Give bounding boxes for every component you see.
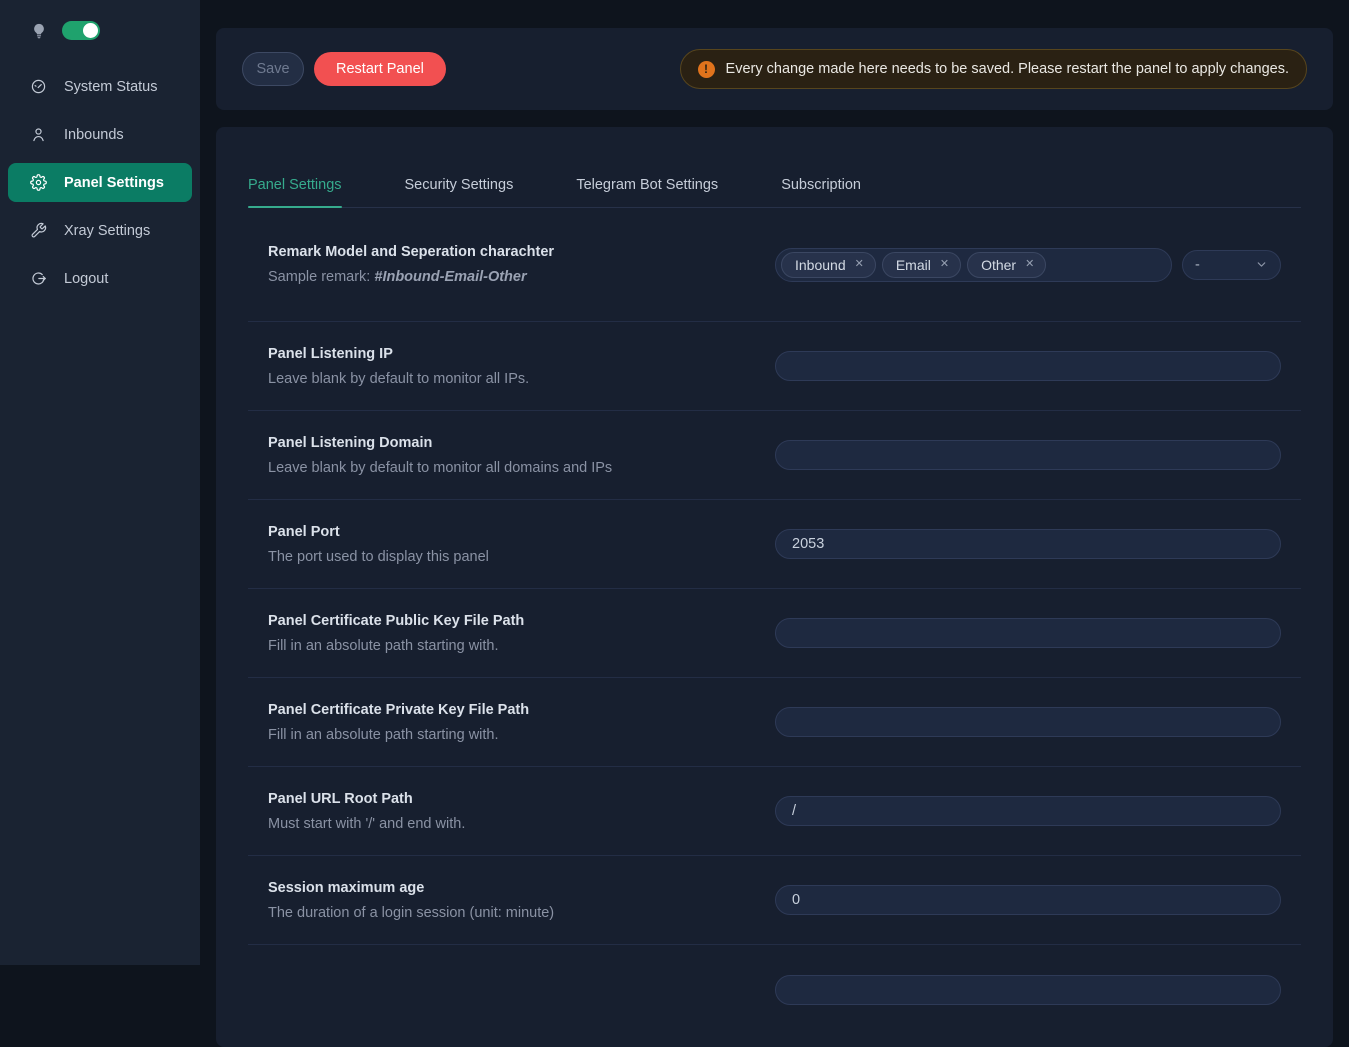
row-control	[775, 885, 1281, 915]
sidebar-item-label: Inbounds	[64, 127, 124, 143]
panel-listening-ip-input[interactable]	[775, 351, 1281, 381]
tag-inbound: Inbound ✕	[781, 252, 876, 278]
row-text: Panel URL Root Path Must start with '/' a…	[268, 791, 465, 832]
sidebar-nav: System Status Inbounds Panel Settings Xray …	[0, 67, 200, 298]
row-description: Leave blank by default to monitor all IP…	[268, 371, 529, 387]
settings-form: Remark Model and Seperation charachter Sa…	[248, 208, 1301, 1034]
sidebar-item-label: Logout	[64, 271, 108, 287]
row-description: Fill in an absolute path starting with.	[268, 638, 524, 654]
wrench-icon	[30, 222, 47, 239]
restart-panel-button[interactable]: Restart Panel	[314, 52, 446, 86]
row-text: Panel Listening Domain Leave blank by def…	[268, 435, 612, 476]
row-description: The port used to display this panel	[268, 549, 489, 565]
tag-close-icon[interactable]: ✕	[1025, 259, 1034, 270]
tag-other: Other ✕	[967, 252, 1046, 278]
row-control	[775, 351, 1281, 381]
tag-close-icon[interactable]: ✕	[940, 259, 949, 270]
separator-select-value: -	[1195, 257, 1200, 273]
tag-close-icon[interactable]: ✕	[855, 259, 864, 270]
panel-listening-domain-input[interactable]	[775, 440, 1281, 470]
tab-subscription[interactable]: Subscription	[781, 177, 861, 207]
sidebar-item-label: Panel Settings	[64, 175, 164, 191]
gauge-icon	[30, 78, 47, 95]
sidebar-item-xray-settings[interactable]: Xray Settings	[8, 211, 192, 250]
user-icon	[30, 126, 47, 143]
row-control: Inbound ✕ Email ✕ Other ✕ -	[775, 248, 1281, 282]
row-text: Panel Certificate Public Key File Path Fi…	[268, 613, 524, 654]
session-maximum-age-input[interactable]	[775, 885, 1281, 915]
remark-tags-input[interactable]: Inbound ✕ Email ✕ Other ✕	[775, 248, 1172, 282]
settings-row-remark-model-and-seperation-charachter: Remark Model and Seperation charachter Sa…	[248, 208, 1301, 322]
chevron-down-icon	[1255, 258, 1268, 271]
settings-row-row	[248, 945, 1301, 1034]
settings-row-panel-port: Panel Port The port used to display this …	[248, 500, 1301, 589]
row-text: Panel Port The port used to display this …	[268, 524, 489, 565]
row-control	[775, 975, 1281, 1005]
panel-certificate-private-key-file-path-input[interactable]	[775, 707, 1281, 737]
save-button[interactable]: Save	[242, 52, 304, 86]
toolbar-buttons: Save Restart Panel	[242, 52, 446, 86]
warning-text: Every change made here needs to be saved…	[726, 61, 1289, 77]
row-description: Must start with '/' and end with.	[268, 816, 465, 832]
row-control	[775, 618, 1281, 648]
row-label: Panel Certificate Private Key File Path	[268, 702, 529, 718]
settings-row-panel-certificate-public-key-file-path: Panel Certificate Public Key File Path Fi…	[248, 589, 1301, 678]
row-label: Panel Listening Domain	[268, 435, 612, 451]
row-control	[775, 796, 1281, 826]
toolbar-card: Save Restart Panel ! Every change made h…	[216, 28, 1333, 110]
sidebar: System Status Inbounds Panel Settings Xray …	[0, 0, 200, 965]
sidebar-item-panel-settings[interactable]: Panel Settings	[8, 163, 192, 202]
row-description: Leave blank by default to monitor all do…	[268, 460, 612, 476]
separator-select[interactable]: -	[1182, 250, 1281, 280]
tab-security-settings[interactable]: Security Settings	[405, 177, 514, 207]
settings-row-panel-listening-ip: Panel Listening IP Leave blank by default…	[248, 322, 1301, 411]
tab-panel-settings[interactable]: Panel Settings	[248, 177, 342, 207]
main-area: Save Restart Panel ! Every change made h…	[200, 0, 1349, 965]
sidebar-item-logout[interactable]: Logout	[8, 259, 192, 298]
tag-label: Other	[981, 257, 1016, 273]
tabs-bar: Panel Settings Security Settings Telegram …	[248, 177, 1301, 208]
row-label: Panel URL Root Path	[268, 791, 465, 807]
tag-email: Email ✕	[882, 252, 961, 278]
tag-label: Email	[896, 257, 931, 273]
theme-toggle[interactable]	[62, 21, 100, 40]
row-input[interactable]	[775, 975, 1281, 1005]
settings-row-session-maximum-age: Session maximum age The duration of a log…	[248, 856, 1301, 945]
row-description: The duration of a login session (unit: m…	[268, 905, 554, 921]
settings-row-panel-url-root-path: Panel URL Root Path Must start with '/' a…	[248, 767, 1301, 856]
row-description: Fill in an absolute path starting with.	[268, 727, 529, 743]
row-label: Session maximum age	[268, 880, 554, 896]
settings-card: Panel Settings Security Settings Telegram …	[216, 127, 1333, 1047]
tab-telegram-bot-settings[interactable]: Telegram Bot Settings	[576, 177, 718, 207]
row-text: Panel Certificate Private Key File Path F…	[268, 702, 529, 743]
sidebar-item-inbounds[interactable]: Inbounds	[8, 115, 192, 154]
sidebar-item-system-status[interactable]: System Status	[8, 67, 192, 106]
row-label: Panel Port	[268, 524, 489, 540]
panel-certificate-public-key-file-path-input[interactable]	[775, 618, 1281, 648]
bulb-icon	[30, 22, 48, 40]
theme-toggle-knob	[83, 23, 98, 38]
row-label: Panel Listening IP	[268, 346, 529, 362]
row-control	[775, 707, 1281, 737]
warning-icon: !	[698, 61, 715, 78]
sidebar-item-label: System Status	[64, 79, 157, 95]
row-control	[775, 529, 1281, 559]
settings-row-panel-listening-domain: Panel Listening Domain Leave blank by def…	[248, 411, 1301, 500]
tag-label: Inbound	[795, 257, 846, 273]
panel-port-input[interactable]	[775, 529, 1281, 559]
theme-row	[0, 0, 200, 40]
settings-row-panel-certificate-private-key-file-path: Panel Certificate Private Key File Path F…	[248, 678, 1301, 767]
row-control	[775, 440, 1281, 470]
panel-url-root-path-input[interactable]	[775, 796, 1281, 826]
logout-icon	[30, 270, 47, 287]
row-label: Remark Model and Seperation charachter	[268, 244, 554, 260]
gear-icon	[30, 174, 47, 191]
warning-banner: ! Every change made here needs to be sav…	[680, 49, 1307, 89]
row-text: Session maximum age The duration of a log…	[268, 880, 554, 921]
row-label: Panel Certificate Public Key File Path	[268, 613, 524, 629]
row-description: Sample remark: #Inbound-Email-Other	[268, 269, 554, 285]
sidebar-item-label: Xray Settings	[64, 223, 150, 239]
row-text: Remark Model and Seperation charachter Sa…	[268, 244, 554, 285]
row-text: Panel Listening IP Leave blank by default…	[268, 346, 529, 387]
